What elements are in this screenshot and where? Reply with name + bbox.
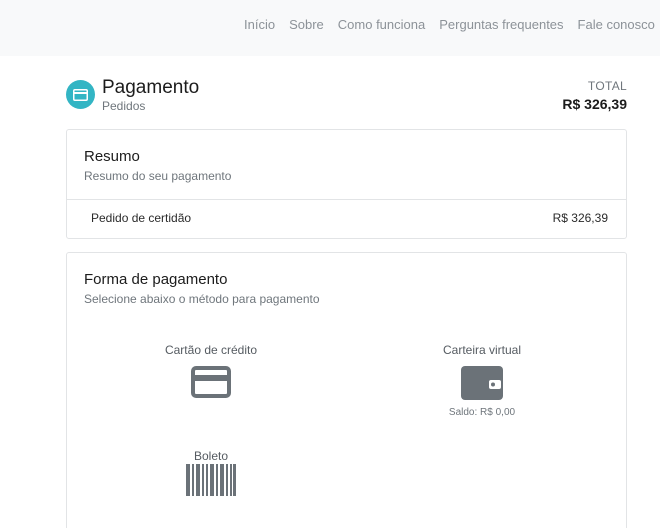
summary-title: Resumo (84, 148, 140, 165)
nav-link-sobre[interactable]: Sobre (289, 17, 324, 32)
wallet-icon (402, 366, 562, 400)
summary-item-row: Pedido de certidão R$ 326,39 (67, 200, 626, 238)
payment-option-label: Carteira virtual (442, 343, 522, 357)
summary-subtitle: Resumo do seu pagamento (84, 169, 232, 183)
payment-option-label: Boleto (193, 449, 229, 463)
summary-card: Resumo Resumo do seu pagamento Pedido de… (66, 129, 627, 239)
wallet-balance: Saldo: R$ 0,00 (448, 407, 516, 418)
nav-link-perguntas-frequentes[interactable]: Perguntas frequentes (439, 17, 563, 32)
nav-link-fale-conosco[interactable]: Fale conosco (578, 17, 655, 32)
summary-item-value: R$ 326,39 (552, 211, 608, 225)
credit-card-icon (131, 366, 291, 398)
summary-item-label: Pedido de certidão (91, 211, 192, 225)
payment-option-wallet[interactable]: Carteira virtual Saldo: R$ 0,00 (402, 343, 562, 418)
barcode-icon (131, 464, 291, 496)
nav-link-inicio[interactable]: Início (244, 17, 275, 32)
payment-option-boleto[interactable]: Boleto (131, 449, 291, 496)
total-value: R$ 326,39 (562, 96, 627, 112)
nav-link-como-funciona[interactable]: Como funciona (338, 17, 425, 32)
page-subtitle: Pedidos (102, 99, 146, 113)
payment-method-subtitle: Selecione abaixo o método para pagamento (84, 292, 320, 306)
page-title: Pagamento (102, 77, 200, 98)
payment-option-label: Cartão de crédito (164, 343, 258, 357)
page-header: Pagamento Pedidos TOTAL R$ 326,39 (66, 76, 627, 116)
payment-method-card: Forma de pagamento Selecione abaixo o mé… (66, 252, 627, 528)
payment-option-credit-card[interactable]: Cartão de crédito (131, 343, 291, 398)
total-label: TOTAL (587, 79, 627, 93)
payment-method-title: Forma de pagamento (84, 271, 228, 288)
credit-card-icon (66, 80, 95, 109)
top-nav: Início Sobre Como funciona Perguntas fre… (244, 17, 660, 32)
top-navbar: Início Sobre Como funciona Perguntas fre… (0, 0, 660, 56)
